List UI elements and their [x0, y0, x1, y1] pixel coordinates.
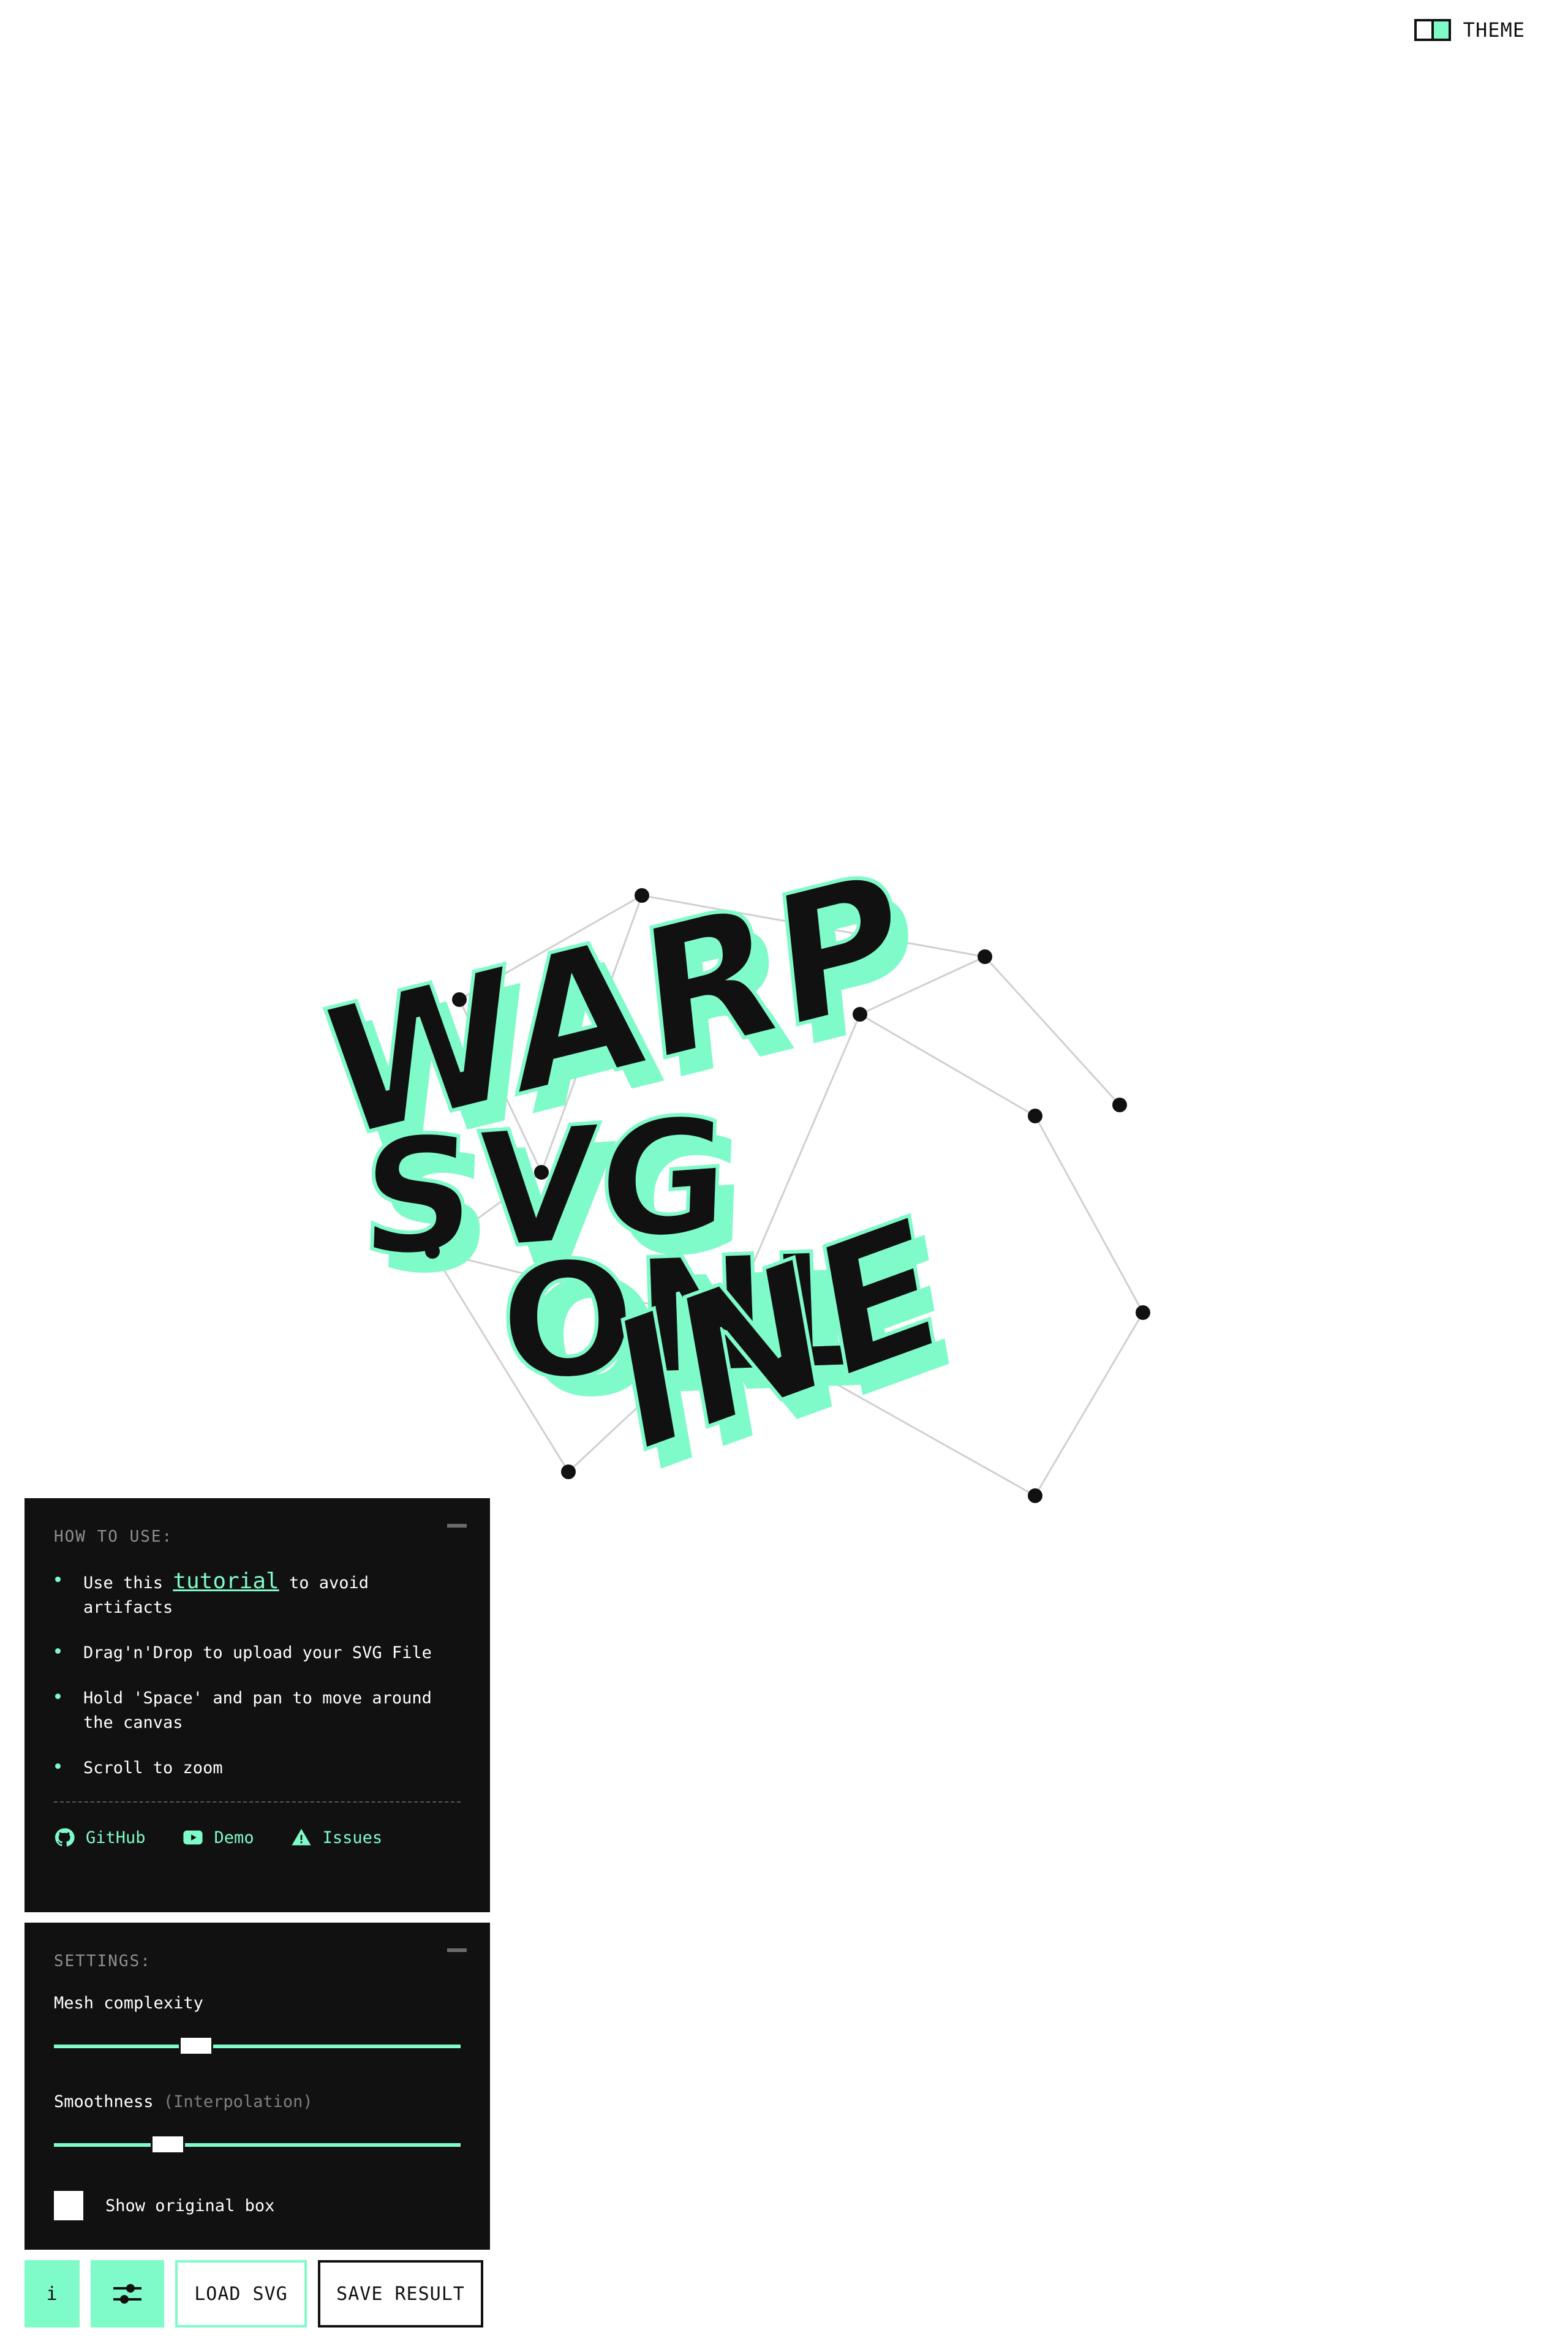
github-link[interactable]: GitHub	[54, 1827, 146, 1848]
mesh-handle	[1028, 1109, 1042, 1123]
mesh-handle	[1028, 1488, 1042, 1503]
mesh-handle	[978, 949, 992, 964]
divider	[54, 1801, 461, 1803]
show-original-box-checkbox[interactable]	[54, 2191, 83, 2220]
play-icon	[183, 1830, 203, 1845]
save-result-button[interactable]: SAVE RESULT	[318, 2260, 483, 2328]
settings-title: SETTINGS:	[54, 1952, 151, 1970]
mesh-handle	[853, 1007, 867, 1022]
smoothness-label: Smoothness (Interpolation)	[54, 2092, 313, 2111]
load-svg-button[interactable]: LOAD SVG	[175, 2260, 307, 2328]
tutorial-link[interactable]: tutorial	[173, 1569, 279, 1594]
demo-link[interactable]: Demo	[183, 1827, 254, 1848]
info-button[interactable]: i	[24, 2260, 80, 2328]
howto-title: HOW TO USE:	[54, 1528, 173, 1546]
warning-icon	[291, 1828, 311, 1845]
smoothness-slider[interactable]	[54, 2130, 461, 2160]
mesh-complexity-label: Mesh complexity	[54, 1994, 203, 2013]
settings-button[interactable]	[91, 2260, 164, 2328]
settings-collapse-button[interactable]	[447, 1948, 467, 1952]
sliders-icon	[113, 2284, 141, 2304]
mesh-complexity-thumb[interactable]	[179, 2036, 214, 2056]
howto-item: Use this tutorial to avoid artifacts	[54, 1569, 461, 1620]
github-icon	[55, 1828, 75, 1847]
warp-canvas[interactable]: WARP SVG ONL INE WARP SVG ONL INE	[0, 0, 1568, 1531]
howto-panel: HOW TO USE: Use this tutorial to avoid a…	[24, 1498, 490, 1912]
issues-link[interactable]: Issues	[291, 1827, 382, 1848]
smoothness-thumb[interactable]	[150, 2135, 185, 2154]
howto-item: Drag'n'Drop to upload your SVG File	[54, 1641, 461, 1665]
warped-text: WARP SVG ONL INE	[314, 829, 955, 1498]
mesh-handle	[425, 1244, 440, 1259]
show-original-box-label: Show original box	[105, 2196, 275, 2215]
mesh-handle	[720, 1316, 735, 1330]
mesh-handle	[452, 992, 467, 1007]
mesh-handle	[561, 1464, 576, 1479]
mesh-complexity-slider[interactable]	[54, 2031, 461, 2062]
mesh-handle	[1112, 1098, 1127, 1112]
bottom-toolbar: i LOAD SVG SAVE RESULT	[24, 2260, 483, 2328]
mesh-handle	[635, 888, 649, 903]
howto-item: Hold 'Space' and pan to move around the …	[54, 1686, 461, 1735]
howto-collapse-button[interactable]	[447, 1524, 467, 1528]
settings-panel: SETTINGS: Mesh complexity Smoothness (In…	[24, 1923, 490, 2250]
mesh-handle	[1136, 1305, 1150, 1320]
howto-item: Scroll to zoom	[54, 1756, 461, 1781]
mesh-handle	[534, 1165, 549, 1180]
